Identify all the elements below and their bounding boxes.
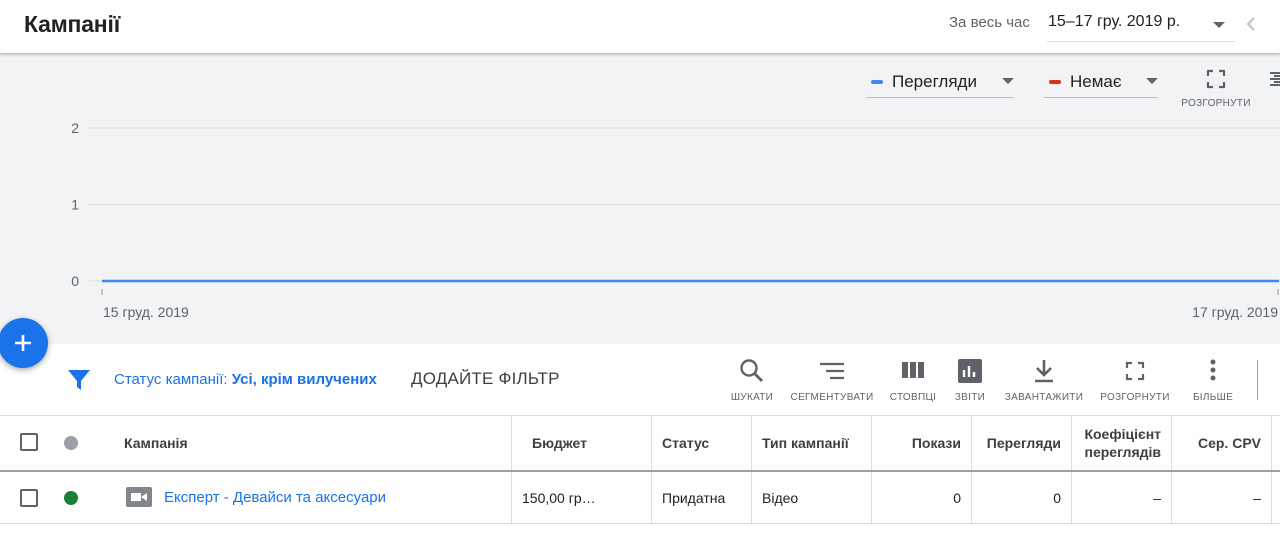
reports-button[interactable]: ЗВІТИ xyxy=(946,358,994,408)
metric-selector-secondary[interactable]: Немає xyxy=(1044,66,1158,98)
filter-prefix: Статус кампанії: xyxy=(114,371,232,388)
row-checkbox[interactable] xyxy=(20,489,38,507)
add-filter-button[interactable]: ДОДАЙТЕ ФІЛЬТР xyxy=(411,369,560,389)
metric-label: Немає xyxy=(1070,72,1122,91)
video-campaign-icon xyxy=(126,487,152,507)
x-tick-label: 17 груд. 2019 xyxy=(1192,304,1278,320)
campaign-name: Експерт - Девайси та аксесуари xyxy=(164,489,387,506)
table-row: Експерт - Девайси та аксесуари 150,00 гр… xyxy=(0,472,1280,524)
table-toolbar: Статус кампанії: Усі, крім вилучених ДОД… xyxy=(0,344,1280,416)
date-range-label: За весь час xyxy=(949,14,1030,31)
header-views[interactable]: Перегляди xyxy=(972,416,1061,470)
chevron-down-icon xyxy=(1213,22,1225,28)
metric-selector-primary[interactable]: Перегляди xyxy=(866,66,1014,98)
x-tick-label: 15 груд. 2019 xyxy=(103,304,189,320)
y-tick-label: 0 xyxy=(71,273,79,289)
expand-chart-label: РОЗГОРНУТИ xyxy=(1181,98,1251,109)
avg-cpv-cell: – xyxy=(1253,489,1261,506)
select-all-checkbox[interactable] xyxy=(20,433,38,451)
columns-button[interactable]: СТОВПЦІ xyxy=(886,358,940,408)
column-divider xyxy=(1271,472,1272,523)
reports-icon xyxy=(958,359,982,383)
search-label: ШУКАТИ xyxy=(730,392,774,403)
view-rate-cell: – xyxy=(1153,489,1161,506)
download-button[interactable]: ЗАВАНТАЖИТИ xyxy=(1002,358,1086,408)
fullscreen-button[interactable]: РОЗГОРНУТИ xyxy=(1098,358,1172,408)
segment-icon xyxy=(820,362,844,380)
status-enabled-icon[interactable] xyxy=(64,491,78,505)
header-status[interactable]: Статус xyxy=(662,416,750,470)
filter-icon[interactable] xyxy=(67,369,91,391)
header-budget[interactable]: Бюджет xyxy=(532,416,652,470)
chart-options-icon[interactable] xyxy=(1268,70,1280,90)
page-header: Кампанії За весь час 15–17 гру. 2019 р. xyxy=(0,0,1280,54)
metric-label: Перегляди xyxy=(892,72,977,91)
chevron-down-icon xyxy=(1002,78,1014,84)
date-range-value: 15–17 гру. 2019 р. xyxy=(1048,13,1181,30)
columns-icon xyxy=(902,362,924,378)
filter-value: Усі, крім вилучених xyxy=(231,371,377,388)
fullscreen-icon xyxy=(1125,361,1145,381)
download-icon xyxy=(1035,360,1053,383)
chevron-left-icon[interactable] xyxy=(1244,14,1258,34)
metric-color-dot xyxy=(871,80,883,84)
download-label: ЗАВАНТАЖИТИ xyxy=(1004,392,1084,403)
header-campaign[interactable]: Кампанія xyxy=(124,416,504,470)
budget-cell[interactable]: 150,00 гр… xyxy=(522,472,650,523)
columns-label: СТОВПЦІ xyxy=(889,392,937,403)
views-cell: 0 xyxy=(1053,489,1061,506)
toolbar-divider xyxy=(1257,360,1258,400)
chevron-down-icon xyxy=(1146,78,1158,84)
page-title: Кампанії xyxy=(24,11,120,37)
search-icon xyxy=(740,359,763,382)
segment-button[interactable]: СЕГМЕНТУВАТИ xyxy=(788,358,876,408)
column-divider xyxy=(751,472,752,523)
table-header-row: Кампанія Бюджет Статус Тип кампанії Пока… xyxy=(0,416,1280,472)
campaign-type-cell: Відео xyxy=(762,489,799,506)
plus-icon xyxy=(15,335,31,351)
campaign-name-link[interactable]: Експерт - Девайси та аксесуари xyxy=(164,472,504,523)
performance-chart-panel: 0 1 2 15 груд. 2019 17 груд. 2019 Перегляди … xyxy=(0,54,1280,344)
reports-label: ЗВІТИ xyxy=(954,392,986,403)
column-divider xyxy=(1271,416,1272,470)
status-cell: Придатна xyxy=(662,489,726,506)
segment-label: СЕГМЕНТУВАТИ xyxy=(790,392,874,403)
column-divider xyxy=(651,416,652,470)
search-button[interactable]: ШУКАТИ xyxy=(726,358,778,408)
more-button[interactable]: БІЛЬШЕ xyxy=(1186,358,1240,408)
header-view-rate[interactable]: Коефіцієнт переглядів xyxy=(1072,416,1161,470)
column-divider xyxy=(511,472,512,523)
y-tick-label: 1 xyxy=(71,197,79,213)
header-avg-cpv[interactable]: Сер. CPV xyxy=(1172,416,1261,470)
more-label: БІЛЬШЕ xyxy=(1192,392,1234,403)
date-range-select[interactable]: 15–17 гру. 2019 р. xyxy=(1047,8,1235,42)
status-column-icon xyxy=(64,436,78,450)
expand-chart-button[interactable]: РОЗГОРНУТИ xyxy=(1180,66,1252,112)
create-campaign-button[interactable] xyxy=(0,318,48,368)
header-impressions[interactable]: Покази xyxy=(872,416,961,470)
campaign-status-filter[interactable]: Статус кампанії: Усі, крім вилучених xyxy=(114,371,377,388)
impressions-cell: 0 xyxy=(953,489,961,506)
column-divider xyxy=(511,416,512,470)
column-divider xyxy=(651,472,652,523)
header-campaign-type[interactable]: Тип кампанії xyxy=(762,416,872,470)
metric-color-dot xyxy=(1049,80,1061,84)
more-vert-icon xyxy=(1210,359,1216,381)
y-tick-label: 2 xyxy=(71,120,79,136)
fullscreen-label: РОЗГОРНУТИ xyxy=(1100,392,1170,403)
fullscreen-icon xyxy=(1206,69,1226,89)
column-divider xyxy=(751,416,752,470)
